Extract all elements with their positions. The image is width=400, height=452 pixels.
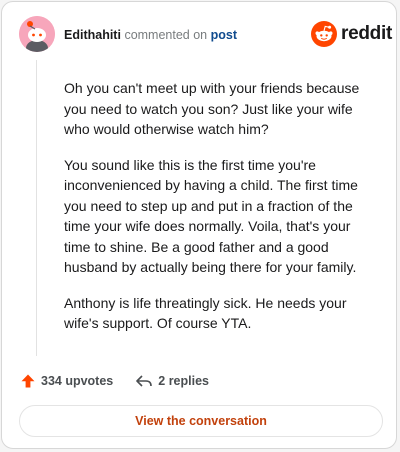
reddit-logo[interactable]: reddit [311,21,392,47]
comment-paragraph: Anthony is life threatingly sick. He nee… [64,294,347,332]
view-conversation-button[interactable]: View the conversation [19,405,383,437]
post-link[interactable]: post [211,28,237,42]
comment-card: Edithahiti commented on post reddit Oh y… [1,1,397,449]
replies-button[interactable]: 2 replies [135,373,209,389]
reddit-wordmark: reddit [341,23,392,44]
upvote-arrow-icon [21,374,35,388]
avatar[interactable] [19,16,55,52]
reply-arrow-icon [136,375,153,387]
replies-count: 2 replies [158,374,209,388]
thread-line [36,60,37,356]
reddit-snoo-icon [311,21,337,47]
comment-header: Edithahiti commented on post [64,27,237,43]
commented-on-text: commented on [124,28,208,42]
upvote-count: 334 upvotes [41,374,114,388]
upvote-button[interactable]: 334 upvotes [20,373,113,389]
comment-paragraph: You sound like this is the first time yo… [64,156,358,276]
username[interactable]: Edithahiti [64,28,121,42]
comment-body: Oh you can't meet up with your friends b… [64,78,380,349]
comment-actions: 334 upvotes 2 replies [20,371,209,391]
comment-paragraph: Oh you can't meet up with your friends b… [64,80,360,137]
snoo-avatar-icon [19,16,55,52]
